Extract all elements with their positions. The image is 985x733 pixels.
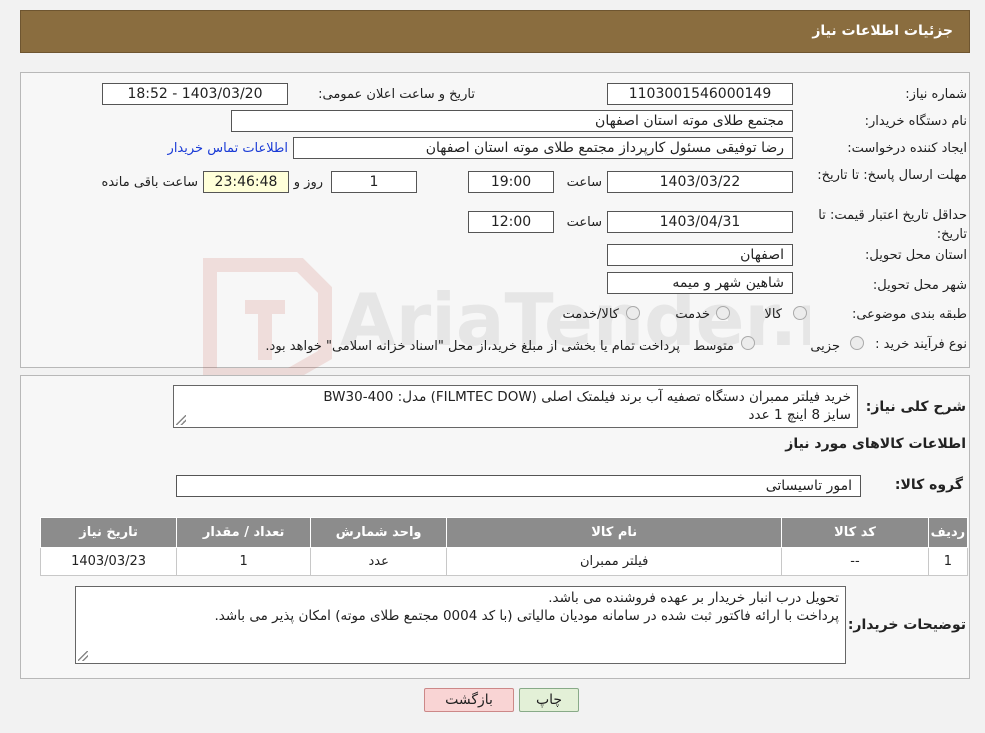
- creator-label: ایجاد کننده درخواست:: [847, 141, 967, 156]
- cell-need-date: 1403/03/23: [39, 547, 178, 576]
- province-label: استان محل تحویل:: [865, 248, 967, 263]
- cell-quantity: 1: [176, 547, 312, 576]
- category-option-goods-service: کالا/خدمت: [562, 307, 619, 322]
- category-radio-service[interactable]: [716, 306, 730, 320]
- need-number-label: شماره نیاز:: [905, 87, 967, 102]
- remaining-label: ساعت باقی مانده: [101, 175, 198, 190]
- buyer-org-label: نام دستگاه خریدار:: [864, 114, 967, 129]
- need-number-field[interactable]: 1103001546000149: [607, 83, 793, 105]
- category-label: طبقه بندی موضوعی:: [851, 307, 967, 322]
- process-option-minor: جزیی: [810, 339, 840, 354]
- price-time-field[interactable]: 12:00: [468, 211, 554, 233]
- price-date-field[interactable]: 1403/04/31: [607, 211, 793, 233]
- reply-time-field[interactable]: 19:00: [468, 171, 554, 193]
- col-header-item-code: کد کالا: [781, 517, 929, 548]
- summary-line-1: خرید فیلتر ممبران دستگاه تصفیه آب برند ف…: [323, 389, 851, 405]
- process-payment-note: پرداخت تمام یا بخشی از مبلغ خرید،از محل …: [265, 339, 680, 354]
- col-header-unit: واحد شمارش: [310, 517, 448, 548]
- days-count-field[interactable]: 1: [331, 171, 417, 193]
- back-button[interactable]: بازگشت: [424, 688, 514, 712]
- province-field[interactable]: اصفهان: [607, 244, 793, 266]
- process-radio-medium[interactable]: [741, 336, 755, 350]
- category-option-service: خدمت: [675, 307, 710, 322]
- resize-grip-icon[interactable]: [78, 651, 88, 661]
- cell-item-code: --: [781, 547, 929, 576]
- city-label: شهر محل تحویل:: [872, 278, 967, 293]
- announce-datetime-field[interactable]: 1403/03/20 - 18:52: [102, 83, 288, 105]
- buyer-org-field[interactable]: مجتمع طلای موته استان اصفهان: [231, 110, 793, 132]
- page-header: جزئیات اطلاعات نیاز: [20, 10, 970, 53]
- process-radio-minor[interactable]: [850, 336, 864, 350]
- summary-label: شرح کلی نیاز:: [865, 399, 966, 415]
- item-group-field[interactable]: امور تاسیساتی: [176, 475, 861, 497]
- reply-date-field[interactable]: 1403/03/22: [607, 171, 793, 193]
- items-table: ردیف کد کالا نام کالا واحد شمارش تعداد /…: [39, 517, 969, 576]
- category-radio-goods[interactable]: [793, 306, 807, 320]
- col-header-item-name: نام کالا: [446, 517, 783, 548]
- announce-datetime-label: تاریخ و ساعت اعلان عمومی:: [318, 87, 475, 102]
- col-header-quantity: تعداد / مقدار: [176, 517, 312, 548]
- print-button[interactable]: چاپ: [519, 688, 579, 712]
- cell-item-name: فیلتر ممبران: [446, 547, 783, 576]
- summary-line-2: سایز 8 اینچ 1 عدد: [748, 407, 851, 423]
- buyer-notes-label: توضیحات خریدار:: [847, 617, 966, 633]
- price-validity-label: حداقل تاریخ اعتبار قیمت: تا تاریخ:: [797, 206, 967, 244]
- item-group-label: گروه کالا:: [894, 477, 963, 493]
- resize-grip-icon[interactable]: [176, 415, 186, 425]
- days-label: روز و: [293, 175, 323, 190]
- buyer-notes-textarea[interactable]: تحویل درب انبار خریدار بر عهده فروشنده م…: [75, 586, 846, 664]
- category-radio-goods-service[interactable]: [626, 306, 640, 320]
- reply-deadline-label: مهلت ارسال پاسخ: تا تاریخ:: [807, 166, 967, 185]
- summary-textarea[interactable]: خرید فیلتر ممبران دستگاه تصفیه آب برند ف…: [173, 385, 858, 428]
- price-validity-text: حداقل تاریخ اعتبار قیمت: تا تاریخ:: [818, 208, 967, 242]
- creator-field[interactable]: رضا توفیقی مسئول کارپرداز مجتمع طلای موت…: [293, 137, 793, 159]
- cell-unit: عدد: [310, 547, 448, 576]
- buyer-contact-link[interactable]: اطلاعات تماس خریدار: [168, 141, 288, 156]
- table-row: 1 -- فیلتر ممبران عدد 1 1403/03/23: [39, 547, 969, 576]
- reply-deadline-text: مهلت ارسال پاسخ: تا تاریخ:: [817, 168, 967, 183]
- remaining-time-field: 23:46:48: [203, 171, 289, 193]
- items-heading: اطلاعات کالاهای مورد نیاز: [785, 436, 966, 452]
- category-option-goods: کالا: [764, 307, 782, 322]
- col-header-row-number: ردیف: [927, 517, 969, 548]
- price-time-label: ساعت: [566, 215, 602, 230]
- reply-time-label: ساعت: [566, 175, 602, 190]
- cell-row-number: 1: [927, 547, 969, 576]
- process-type-label: نوع فرآیند خرید :: [875, 337, 967, 352]
- city-field[interactable]: شاهین شهر و میمه: [607, 272, 793, 294]
- col-header-need-date: تاریخ نیاز: [39, 517, 178, 548]
- page-title: جزئیات اطلاعات نیاز: [812, 23, 953, 39]
- items-table-header-row: ردیف کد کالا نام کالا واحد شمارش تعداد /…: [39, 517, 969, 548]
- buyer-notes-line-2: پرداخت با ارائه فاکتور ثبت شده در سامانه…: [214, 608, 840, 624]
- buyer-notes-line-1: تحویل درب انبار خریدار بر عهده فروشنده م…: [548, 590, 839, 606]
- process-option-medium: متوسط: [693, 339, 734, 354]
